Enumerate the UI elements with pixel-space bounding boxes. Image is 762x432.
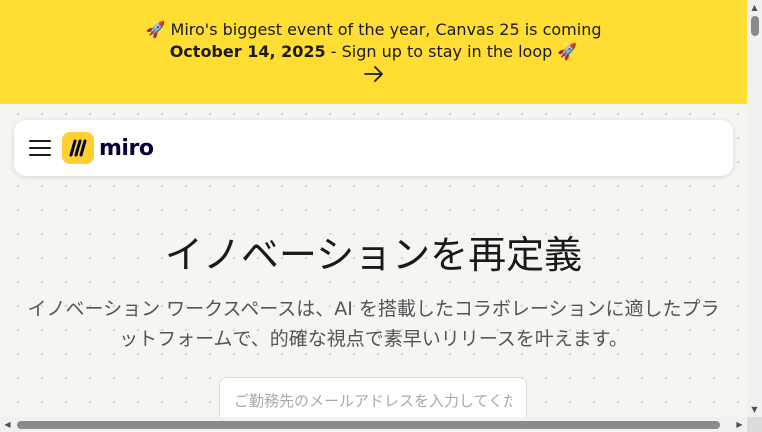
email-field-container bbox=[219, 377, 527, 417]
rocket-icon: 🚀 bbox=[145, 20, 171, 39]
scroll-left-icon[interactable]: ◀ bbox=[0, 417, 15, 432]
horizontal-scroll-thumb[interactable] bbox=[17, 421, 720, 429]
banner-signup-text: - Sign up to stay in the loop bbox=[325, 42, 558, 61]
vertical-scroll-thumb[interactable] bbox=[751, 16, 759, 36]
miro-logo-icon bbox=[62, 132, 94, 164]
scroll-down-icon[interactable]: ▼ bbox=[747, 402, 762, 417]
menu-icon[interactable] bbox=[29, 139, 51, 157]
miro-logo[interactable]: miro bbox=[62, 132, 154, 164]
scroll-right-icon[interactable]: ▶ bbox=[732, 417, 747, 432]
scroll-up-icon[interactable]: ▲ bbox=[747, 0, 762, 15]
main-navbar: miro bbox=[14, 120, 733, 176]
horizontal-scrollbar[interactable]: ◀ ▶ bbox=[0, 417, 747, 432]
scrollbar-corner bbox=[747, 417, 762, 432]
page-viewport: 🚀 Miro's biggest event of the year, Canv… bbox=[0, 0, 747, 417]
arrow-right-icon bbox=[363, 66, 383, 82]
banner-event-text: Miro's biggest event of the year, Canvas… bbox=[170, 20, 602, 39]
email-field[interactable] bbox=[220, 378, 526, 417]
vertical-scrollbar[interactable]: ▲ ▼ bbox=[747, 0, 762, 417]
banner-arrow-link[interactable] bbox=[363, 65, 384, 89]
banner-line-2: October 14, 2025 - Sign up to stay in th… bbox=[0, 41, 747, 63]
miro-logo-text: miro bbox=[99, 135, 154, 161]
banner-line-1: 🚀 Miro's biggest event of the year, Canv… bbox=[0, 19, 747, 41]
rocket-icon: 🚀 bbox=[557, 42, 578, 61]
banner-event-date: October 14, 2025 bbox=[169, 42, 326, 61]
hero-subtitle: イノベーション ワークスペースは、AI を搭載したコラボレーションに適したプラッ… bbox=[27, 298, 720, 350]
announcement-banner: 🚀 Miro's biggest event of the year, Canv… bbox=[0, 0, 747, 104]
hero-title: イノベーションを再定義 bbox=[164, 233, 583, 277]
